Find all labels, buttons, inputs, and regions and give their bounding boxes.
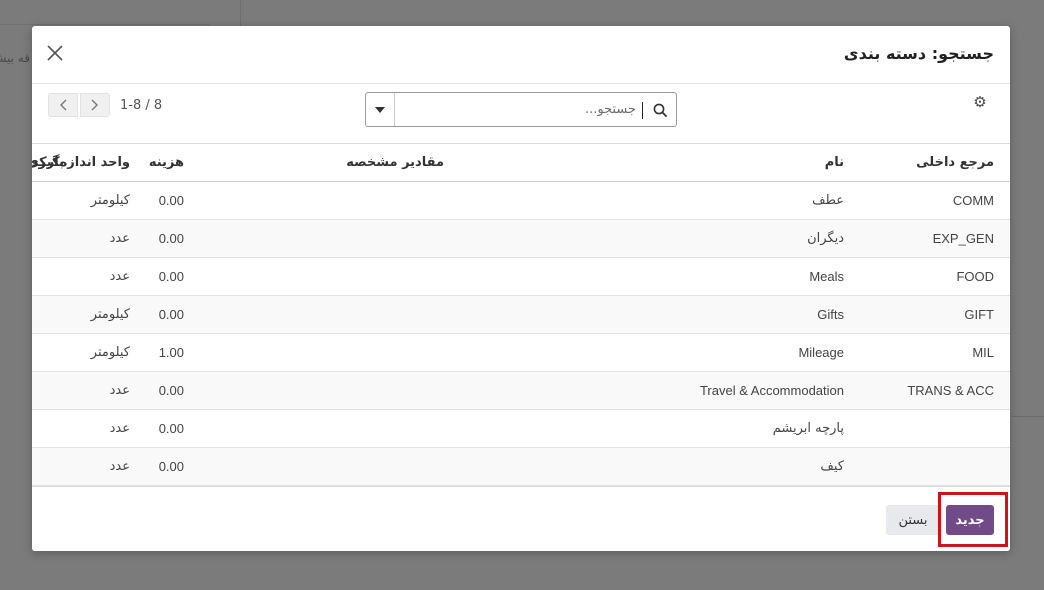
- cell-cost: 0.00: [146, 181, 200, 220]
- chevron-left-icon: [60, 99, 67, 111]
- pager-next-button[interactable]: [80, 93, 110, 117]
- cell-internal-ref: TRANS & ACC: [860, 371, 1010, 410]
- cell-attribute-values: [200, 371, 460, 410]
- close-dialog-button[interactable]: بستن: [886, 505, 940, 535]
- cell-name: Meals: [460, 257, 860, 296]
- background-divider: [240, 0, 241, 26]
- table-row[interactable]: کیف 0.00 عدد: [32, 447, 1010, 486]
- cell-attribute-values: [200, 181, 460, 220]
- cell-uom: کیلومتر: [80, 295, 146, 334]
- background-divider: [1012, 416, 1044, 417]
- cell-name: پارچه ابریشم: [460, 409, 860, 448]
- cell-uom: کیلومتر: [80, 181, 146, 220]
- cell-uom: کیلومتر: [80, 333, 146, 372]
- cell-internal-ref: [860, 409, 1010, 448]
- cell-cost: 1.00: [146, 333, 200, 372]
- cell-attribute-values: [200, 219, 460, 258]
- cell-cost: 0.00: [146, 409, 200, 448]
- settings-button[interactable]: ⚙: [972, 93, 988, 111]
- cell-name: Gifts: [460, 295, 860, 334]
- table-header-row: مرجع داخلی نام مقادیر مشخصه هزینه واحد ا…: [32, 143, 1010, 182]
- cell-barcode: [32, 333, 80, 372]
- table-row[interactable]: پارچه ابریشم 0.00 عدد: [32, 409, 1010, 448]
- cell-cost: 0.00: [146, 447, 200, 486]
- cell-name: Mileage: [460, 333, 860, 372]
- cell-barcode: [32, 371, 80, 410]
- cell-cost: 0.00: [146, 371, 200, 410]
- search-options-toggle[interactable]: [366, 93, 395, 126]
- table-row[interactable]: EXP_GEN دیگران 0.00 عدد: [32, 219, 1010, 258]
- cell-uom: عدد: [80, 371, 146, 410]
- chevron-right-icon: [91, 99, 98, 111]
- column-header-attribute-values[interactable]: مقادیر مشخصه: [200, 143, 460, 182]
- cell-attribute-values: [200, 257, 460, 296]
- column-header-name[interactable]: نام: [460, 143, 860, 182]
- cell-barcode: [32, 257, 80, 296]
- search-box: [365, 92, 677, 127]
- search-input[interactable]: [396, 93, 640, 126]
- cell-name: عطف: [460, 181, 860, 220]
- cell-barcode: [32, 295, 80, 334]
- cell-name: دیگران: [460, 219, 860, 258]
- column-header-uom[interactable]: واحد اندازه‌گیری: [32, 143, 146, 182]
- dialog-header: جستجو: دسته بندی: [32, 26, 1010, 84]
- cell-barcode: [32, 409, 80, 448]
- cell-internal-ref: [860, 447, 1010, 486]
- cell-barcode: [32, 181, 80, 220]
- table-row[interactable]: MIL Mileage 1.00 کیلومتر: [32, 333, 1010, 372]
- cell-internal-ref: FOOD: [860, 257, 1010, 296]
- search-dialog: جستجو: دسته بندی ⚙ 1-8 / 8: [32, 26, 1010, 551]
- cell-attribute-values: [200, 333, 460, 372]
- cell-internal-ref: GIFT: [860, 295, 1010, 334]
- column-header-cost[interactable]: هزینه: [146, 143, 200, 182]
- pager-previous-button[interactable]: [48, 93, 78, 117]
- cell-uom: عدد: [80, 447, 146, 486]
- close-button[interactable]: [44, 42, 66, 64]
- table-row[interactable]: FOOD Meals 0.00 عدد: [32, 257, 1010, 296]
- caret-down-icon: [375, 106, 385, 113]
- text-cursor: [642, 102, 643, 119]
- table-row[interactable]: GIFT Gifts 0.00 کیلومتر: [32, 295, 1010, 334]
- table-row[interactable]: TRANS & ACC Travel & Accommodation 0.00 …: [32, 371, 1010, 410]
- cell-cost: 0.00: [146, 295, 200, 334]
- close-icon: [47, 45, 63, 61]
- background-divider: [0, 24, 210, 25]
- cell-internal-ref: MIL: [860, 333, 1010, 372]
- cell-name: Travel & Accommodation: [460, 371, 860, 410]
- magnifier-icon: [652, 102, 668, 118]
- table-row[interactable]: COMM عطف 0.00 کیلومتر: [32, 181, 1010, 220]
- cell-uom: عدد: [80, 409, 146, 448]
- dialog-footer: جدید بستن: [32, 486, 1010, 551]
- column-header-internal-ref[interactable]: مرجع داخلی: [860, 143, 1010, 182]
- background-partial-text: قه بیش: [0, 51, 30, 65]
- pager-value[interactable]: 1-8 / 8: [120, 98, 162, 113]
- records-table: مرجع داخلی نام مقادیر مشخصه هزینه واحد ا…: [32, 143, 1010, 486]
- cell-cost: 0.00: [146, 219, 200, 258]
- cell-attribute-values: [200, 295, 460, 334]
- dialog-title: جستجو: دسته بندی: [843, 44, 994, 63]
- cell-cost: 0.00: [146, 257, 200, 296]
- new-button[interactable]: جدید: [946, 505, 994, 535]
- gear-icon: ⚙: [973, 93, 987, 111]
- cell-attribute-values: [200, 409, 460, 448]
- cell-name: کیف: [460, 447, 860, 486]
- cell-uom: عدد: [80, 257, 146, 296]
- cell-internal-ref: EXP_GEN: [860, 219, 1010, 258]
- cell-internal-ref: COMM: [860, 181, 1010, 220]
- cell-barcode: [32, 447, 80, 486]
- cell-barcode: [32, 219, 80, 258]
- cell-attribute-values: [200, 447, 460, 486]
- cell-uom: عدد: [80, 219, 146, 258]
